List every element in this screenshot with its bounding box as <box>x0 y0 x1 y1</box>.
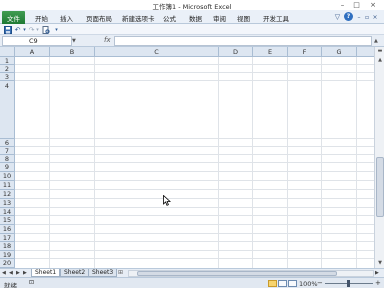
grid-line <box>15 64 374 65</box>
save-icon[interactable] <box>3 25 12 34</box>
grid-line <box>15 198 374 199</box>
name-box-dropdown-icon[interactable]: ▼ <box>72 38 76 44</box>
grid-line <box>15 233 374 234</box>
row-header-8[interactable]: 8 <box>0 155 15 163</box>
minimize-icon[interactable]: – <box>355 12 363 22</box>
name-box[interactable]: C9 <box>2 36 72 46</box>
column-header-g[interactable]: G <box>322 47 357 57</box>
scroll-right-icon[interactable]: ▶ <box>375 270 379 276</box>
column-header-f[interactable]: F <box>288 47 322 57</box>
formula-bar: C9 ▼ fx ▲ <box>0 35 384 47</box>
normal-view-icon[interactable] <box>268 280 277 287</box>
customize-qat-icon[interactable]: ▾ <box>52 25 61 34</box>
sheet-tab-1[interactable]: Sheet1 <box>31 269 61 277</box>
zoom-out-button[interactable]: − <box>317 279 323 287</box>
quick-access-toolbar: ↶ ▾ ↷ ▾ ▾ <box>0 24 384 35</box>
grid-line <box>15 258 374 259</box>
grid-line <box>15 171 374 172</box>
mouse-pointer-icon <box>163 195 171 206</box>
grid-line <box>15 215 374 216</box>
status-bar: 就绪 ⊡ 100% − + <box>0 277 384 288</box>
grid-line <box>15 250 374 251</box>
status-ready: 就绪 <box>4 282 17 288</box>
row-header-20[interactable]: 20 <box>0 259 15 268</box>
grid-line <box>15 241 374 242</box>
zoom-slider-handle[interactable] <box>347 280 350 287</box>
close-button[interactable]: × <box>365 0 381 9</box>
maximize-button[interactable]: □ <box>351 0 362 9</box>
vertical-scroll-thumb[interactable] <box>376 157 384 217</box>
expand-formula-bar-icon[interactable]: ▲ <box>374 38 378 44</box>
tab-formulas[interactable]: 公式 <box>163 13 176 23</box>
sheet-tab-2[interactable]: Sheet2 <box>60 269 90 277</box>
grid-line <box>15 180 374 181</box>
formula-input[interactable] <box>114 36 372 46</box>
row-header-12[interactable]: 12 <box>0 190 15 199</box>
column-header-a[interactable]: A <box>15 47 50 57</box>
tab-review[interactable]: 审阅 <box>213 13 226 23</box>
column-header-c[interactable]: C <box>95 47 219 57</box>
horizontal-scroll-thumb[interactable] <box>137 271 337 276</box>
column-header-b[interactable]: B <box>50 47 95 57</box>
grid-line <box>15 80 374 81</box>
minimize-button[interactable]: – <box>337 0 348 9</box>
tab-data[interactable]: 数据 <box>189 13 202 23</box>
tab-developer[interactable]: 开发工具 <box>263 13 289 23</box>
grid-line <box>15 72 374 73</box>
row-header-14[interactable]: 14 <box>0 208 15 216</box>
tab-insert[interactable]: 插入 <box>60 13 73 23</box>
zoom-in-button[interactable]: + <box>375 279 381 287</box>
grid-line <box>15 146 374 147</box>
split-box-icon[interactable]: ▬ <box>376 47 384 55</box>
last-sheet-icon[interactable]: ▶ <box>23 270 27 276</box>
restore-icon[interactable]: ▫ <box>363 12 371 22</box>
ribbon-minimize-icon[interactable]: ▽ <box>333 12 342 22</box>
scroll-up-icon[interactable]: ▲ <box>376 56 384 64</box>
ribbon-tab-bar: 文件 开始 插入 页面布局 新建选项卡 公式 数据 审阅 视图 开发工具 ▽ ?… <box>0 10 384 24</box>
tab-page-layout[interactable]: 页面布局 <box>86 13 112 23</box>
row-header-17[interactable]: 17 <box>0 234 15 242</box>
horizontal-scrollbar[interactable] <box>128 270 374 277</box>
row-header-15[interactable]: 15 <box>0 216 15 225</box>
row-header-19[interactable]: 19 <box>0 251 15 259</box>
grid-line <box>15 162 374 163</box>
first-sheet-icon[interactable]: ◀ <box>2 270 6 276</box>
help-icon[interactable]: ? <box>344 12 353 21</box>
worksheet-grid[interactable]: A B C D E F G 1 2 3 4 6 7 8 9 10 11 12 1… <box>0 47 374 268</box>
vertical-scrollbar[interactable]: ▬ ▲ ▼ <box>374 47 384 268</box>
page-layout-view-icon[interactable] <box>278 280 287 287</box>
grid-line <box>15 189 374 190</box>
grid-line <box>15 138 374 139</box>
grid-line <box>15 154 374 155</box>
scroll-down-icon[interactable]: ▼ <box>376 259 384 267</box>
page-break-view-icon[interactable] <box>288 280 297 287</box>
row-header-4[interactable]: 4 <box>0 81 15 139</box>
tab-view[interactable]: 视图 <box>237 13 250 23</box>
row-header-11[interactable]: 11 <box>0 181 15 190</box>
title-bar: 工作簿1 - Microsoft Excel – □ × <box>0 0 384 11</box>
print-preview-icon[interactable] <box>41 25 50 34</box>
next-sheet-icon[interactable]: ▶ <box>16 270 20 276</box>
grid-line <box>15 224 374 225</box>
file-tab[interactable]: 文件 <box>2 11 25 24</box>
tab-home[interactable]: 开始 <box>35 13 48 23</box>
select-all-corner[interactable] <box>0 47 15 57</box>
prev-sheet-icon[interactable]: ◀ <box>9 270 13 276</box>
column-header-e[interactable]: E <box>253 47 288 57</box>
insert-function-icon[interactable]: fx <box>104 36 111 44</box>
insert-worksheet-icon[interactable]: ⊞ <box>118 269 123 276</box>
column-header-partial[interactable] <box>357 47 374 57</box>
sheet-tab-bar: ◀ ◀ ▶ ▶ Sheet1 Sheet2 Sheet3 ⊞ ▶ <box>0 268 384 277</box>
close-workbook-icon[interactable]: × <box>371 12 379 22</box>
column-header-d[interactable]: D <box>219 47 253 57</box>
tab-new-tab[interactable]: 新建选项卡 <box>122 13 155 23</box>
row-header-9[interactable]: 9 <box>0 163 15 172</box>
sheet-tab-3[interactable]: Sheet3 <box>88 269 118 277</box>
row-header-3[interactable]: 3 <box>0 73 15 81</box>
macro-record-icon[interactable]: ⊡ <box>29 279 37 286</box>
row-header-10[interactable]: 10 <box>0 172 15 181</box>
zoom-level[interactable]: 100% <box>299 280 318 288</box>
grid-line <box>15 207 374 208</box>
